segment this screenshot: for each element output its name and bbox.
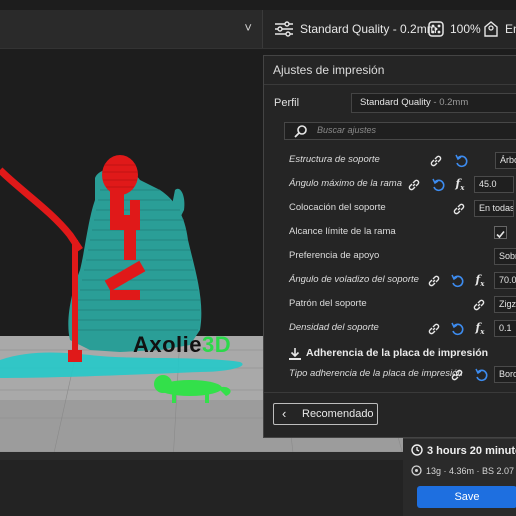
- reset-icon[interactable]: [431, 178, 445, 192]
- print-settings-panel: Ajustes de impresión Perfil Standard Qua…: [263, 55, 516, 438]
- link-icon[interactable]: [452, 202, 466, 216]
- sliders-icon: [275, 21, 293, 37]
- infill-label: 100%: [450, 22, 481, 36]
- profile-value-sub: - 0.2mm: [430, 97, 469, 108]
- function-icon[interactable]: fx: [474, 321, 486, 336]
- setting-value[interactable]: 45.0: [474, 176, 514, 193]
- setting-row-support-density[interactable]: Densidad del soporte fx 0.1: [284, 318, 516, 340]
- setting-row-support-placement[interactable]: Colocación del soporte En todas partes: [284, 198, 516, 220]
- search-settings-field[interactable]: Buscar ajustes: [284, 122, 516, 140]
- section-build-plate-adhesion[interactable]: Adherencia de la placa de impresión: [284, 344, 516, 364]
- setting-value[interactable]: 70.0: [494, 272, 516, 289]
- setting-label: Ángulo de voladizo del soporte: [289, 274, 419, 285]
- profile-label: Perfil: [274, 97, 300, 109]
- chevron-down-icon: ˅: [244, 20, 252, 35]
- check-icon: [496, 230, 505, 239]
- quality-label: Standard Quality - 0.2mm: [300, 22, 437, 36]
- chevron-left-icon: ‹: [282, 406, 287, 421]
- function-icon[interactable]: fx: [454, 177, 466, 192]
- printer-dropdown[interactable]: ˅: [0, 10, 263, 48]
- spool-icon: [411, 465, 422, 476]
- material-text: 13g · 4.36m · BS 2.07: [426, 466, 515, 476]
- link-icon[interactable]: [427, 322, 441, 336]
- setting-value[interactable]: 0.1: [494, 320, 516, 337]
- profile-dropdown[interactable]: Standard Quality - 0.2mm: [351, 93, 516, 113]
- setting-value[interactable]: En todas partes: [474, 200, 514, 217]
- panel-divider: [264, 392, 516, 393]
- support-icon: [484, 21, 498, 37]
- axolie3d-watermark: Axolie3D: [133, 332, 232, 357]
- link-icon[interactable]: [407, 178, 421, 192]
- setting-label: Patrón del soporte: [289, 298, 367, 309]
- support-button[interactable]: En: [483, 10, 516, 48]
- print-time-text: 3 hours 20 minutes: [427, 445, 516, 457]
- link-icon[interactable]: [472, 298, 486, 312]
- setting-row-support-preference[interactable]: Preferencia de apoyo Sobre: [284, 246, 516, 268]
- setting-row-branch-angle[interactable]: Ángulo máximo de la rama fx 45.0: [284, 174, 516, 196]
- adhesion-icon: [289, 348, 301, 360]
- setting-value[interactable]: Zigzag: [494, 296, 516, 313]
- setting-label: Densidad del soporte: [289, 322, 379, 333]
- link-icon[interactable]: [427, 274, 441, 288]
- branch-reach-checkbox[interactable]: [494, 226, 507, 239]
- link-icon[interactable]: [450, 368, 464, 382]
- reset-icon[interactable]: [454, 154, 468, 168]
- material-estimate: 13g · 4.36m · BS 2.07: [411, 465, 514, 476]
- setting-label: Preferencia de apoyo: [289, 250, 380, 261]
- save-button[interactable]: Save: [417, 486, 516, 508]
- setting-row-adhesion-type[interactable]: Tipo adherencia de la placa de impresión…: [284, 364, 516, 386]
- link-icon[interactable]: [429, 154, 443, 168]
- print-time: 3 hours 20 minutes: [411, 444, 516, 457]
- 3d-viewport[interactable]: Axolie3D ˅ Standard Quality - 0.2mm 100%: [0, 0, 516, 516]
- print-settings-button[interactable]: Standard Quality - 0.2mm: [274, 10, 437, 48]
- clock-icon: [411, 444, 423, 456]
- setting-value[interactable]: Árbol: [495, 152, 516, 169]
- search-icon: [294, 125, 307, 138]
- setting-label: Colocación del soporte: [289, 202, 386, 213]
- panel-title: Ajustes de impresión: [264, 56, 516, 85]
- reset-icon[interactable]: [474, 368, 488, 382]
- print-summary-panel: 3 hours 20 minutes 13g · 4.36m · BS 2.07…: [403, 438, 516, 516]
- infill-button[interactable]: 100%: [428, 10, 481, 48]
- setting-value[interactable]: Sobre: [494, 248, 516, 265]
- setting-row-support-pattern[interactable]: Patrón del soporte Zigzag: [284, 294, 516, 316]
- setting-label: Alcance límite de la rama: [289, 226, 396, 237]
- search-placeholder: Buscar ajustes: [317, 125, 377, 135]
- recommended-label: Recomendado: [302, 408, 374, 420]
- setting-label: Ángulo máximo de la rama: [289, 178, 402, 189]
- setting-row-overhang-angle[interactable]: Ángulo de voladizo del soporte fx 70.0: [284, 270, 516, 292]
- reset-icon[interactable]: [450, 322, 464, 336]
- infill-icon: [428, 21, 444, 37]
- top-toolbar: ˅ Standard Quality - 0.2mm 100% En: [0, 10, 516, 49]
- setting-label: Tipo adherencia de la placa de impresión: [289, 368, 463, 379]
- support-label: En: [505, 22, 516, 36]
- function-icon[interactable]: fx: [474, 273, 486, 288]
- setting-row-branch-reach[interactable]: Alcance límite de la rama: [284, 222, 516, 244]
- reset-icon[interactable]: [450, 274, 464, 288]
- recommended-button[interactable]: ‹ Recomendado: [273, 403, 378, 425]
- setting-label: Estructura de soporte: [289, 154, 380, 165]
- profile-value: Standard Quality: [360, 97, 431, 108]
- section-title: Adherencia de la placa de impresión: [306, 347, 489, 359]
- setting-value[interactable]: Borde: [494, 366, 516, 383]
- setting-row-support-structure[interactable]: Estructura de soporte Árbol: [284, 150, 516, 172]
